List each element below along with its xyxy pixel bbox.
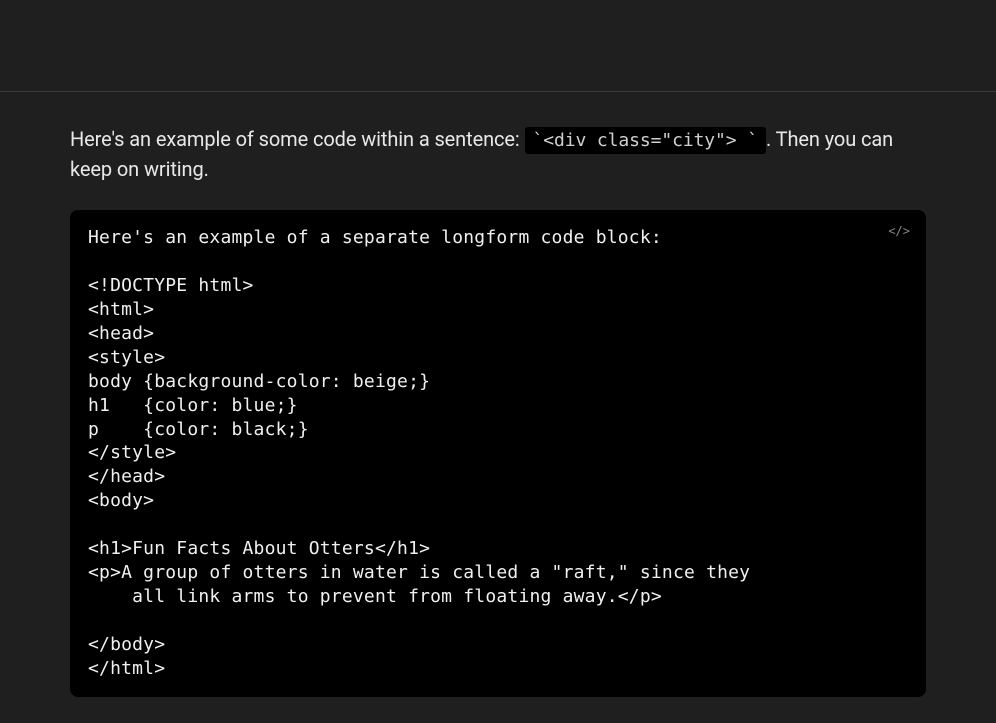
paragraph-text-before: Here's an example of some code within a …	[70, 127, 525, 151]
code-block-content: Here's an example of a separate longform…	[88, 226, 908, 681]
content-area: Here's an example of some code within a …	[0, 92, 996, 697]
intro-paragraph: Here's an example of some code within a …	[70, 124, 926, 184]
code-block: </> Here's an example of a separate long…	[70, 210, 926, 697]
top-bar	[0, 0, 996, 92]
inline-code-snippet: `<div class="city"> `	[525, 127, 766, 154]
code-icon: </>	[888, 224, 910, 238]
